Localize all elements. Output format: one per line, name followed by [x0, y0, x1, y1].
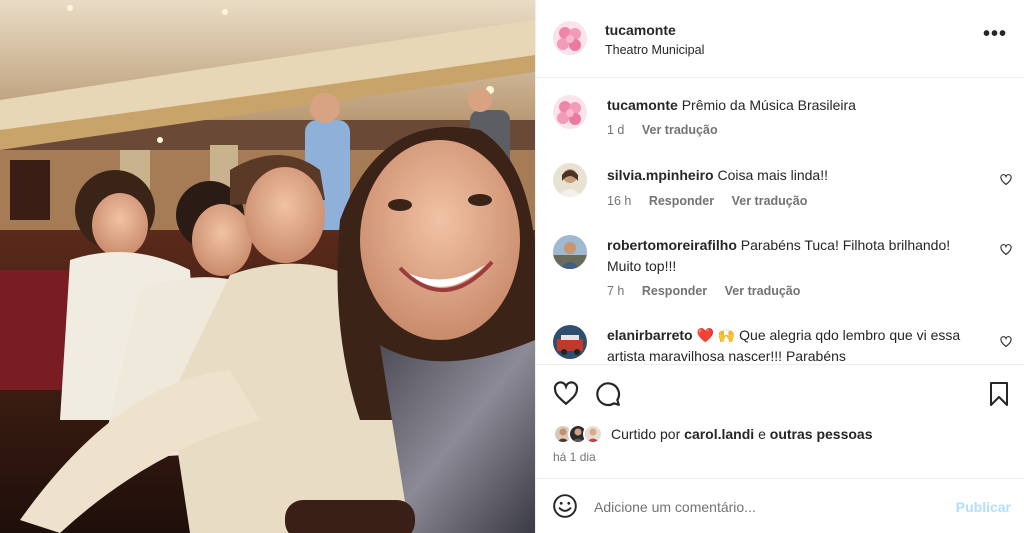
liked-by-others[interactable]: outras pessoas: [770, 426, 873, 442]
post-actions: Curtido por carol.landi e outras pessoas…: [536, 364, 1024, 478]
comment-username[interactable]: silvia.mpinheiro: [607, 167, 714, 183]
heart-icon[interactable]: [1000, 336, 1012, 348]
liker-avatar[interactable]: [583, 424, 603, 444]
caption-text-row: tucamonte Prêmio da Música Brasileira: [607, 95, 987, 116]
caption-time[interactable]: 1 d: [607, 123, 624, 137]
post-dialog: tucamonte Theatro Municipal ••• tucamont…: [0, 0, 1024, 533]
translate-link[interactable]: Ver tradução: [725, 284, 801, 298]
post-photo[interactable]: [0, 0, 535, 533]
reply-link[interactable]: Responder: [649, 194, 714, 208]
author-username[interactable]: tucamonte: [605, 22, 676, 38]
heart-icon[interactable]: [553, 381, 579, 407]
liked-by-text: Curtido por carol.landi e outras pessoas: [611, 426, 872, 442]
publish-button[interactable]: Publicar: [956, 499, 1011, 515]
reply-link[interactable]: Responder: [642, 284, 707, 298]
comment-meta: 7 h Responder Ver tradução: [607, 284, 814, 298]
liked-by-user[interactable]: carol.landi: [684, 426, 754, 442]
comment-item: elanirbarreto ❤️ 🙌 Que alegria qdo lembr…: [536, 325, 1024, 364]
translate-link[interactable]: Ver tradução: [732, 194, 808, 208]
likes-summary: Curtido por carol.landi e outras pessoas: [553, 422, 872, 446]
comment-item: silvia.mpinheiro Coisa mais linda!! 16 h…: [536, 163, 1024, 223]
post-location[interactable]: Theatro Municipal: [605, 43, 704, 57]
comment-bubble-icon[interactable]: [595, 381, 621, 407]
comment-time[interactable]: 7 h: [607, 284, 624, 298]
caption-username[interactable]: tucamonte: [607, 97, 678, 113]
post-side-panel: tucamonte Theatro Municipal ••• tucamont…: [535, 0, 1024, 533]
comment-text-row: silvia.mpinheiro Coisa mais linda!!: [607, 165, 987, 186]
heart-icon[interactable]: [1000, 244, 1012, 256]
comment-text-row: elanirbarreto ❤️ 🙌 Que alegria qdo lembr…: [607, 325, 987, 364]
comment-text: Coisa mais linda!!: [717, 167, 828, 183]
author-avatar[interactable]: [553, 21, 587, 55]
caption-meta: 1 d Ver tradução: [607, 123, 732, 137]
caption-author-avatar[interactable]: [553, 95, 587, 129]
commenter-avatar[interactable]: [553, 325, 587, 359]
comments-list[interactable]: tucamonte Prêmio da Música Brasileira 1 …: [536, 79, 1024, 364]
add-comment-bar: Publicar: [536, 478, 1024, 533]
caption-item: tucamonte Prêmio da Música Brasileira 1 …: [536, 93, 1024, 153]
liked-by-prefix: Curtido por: [611, 426, 681, 442]
commenter-avatar[interactable]: [553, 163, 587, 197]
comment-text-row: robertomoreirafilho Parabéns Tuca! Filho…: [607, 235, 987, 277]
comment-username[interactable]: elanirbarreto: [607, 327, 693, 343]
emoji-smile-icon[interactable]: [552, 493, 578, 519]
comment-item: robertomoreirafilho Parabéns Tuca! Filho…: [536, 233, 1024, 307]
heart-icon[interactable]: [1000, 174, 1012, 186]
comment-username[interactable]: robertomoreirafilho: [607, 237, 737, 253]
bookmark-icon[interactable]: [987, 381, 1011, 407]
comment-time[interactable]: 16 h: [607, 194, 631, 208]
liked-by-joiner: e: [758, 426, 766, 442]
post-timestamp[interactable]: há 1 dia: [553, 450, 596, 464]
more-horizontal-icon[interactable]: •••: [983, 24, 1007, 44]
caption-translate-link[interactable]: Ver tradução: [642, 123, 718, 137]
comment-input[interactable]: [594, 495, 934, 519]
comment-emojis: ❤️ 🙌: [696, 327, 736, 343]
post-header: tucamonte Theatro Municipal •••: [536, 0, 1024, 78]
comment-meta: 16 h Responder Ver tradução: [607, 194, 821, 208]
commenter-avatar[interactable]: [553, 235, 587, 269]
caption-text: Prêmio da Música Brasileira: [681, 97, 856, 113]
selfie-theater-image: [0, 0, 535, 533]
